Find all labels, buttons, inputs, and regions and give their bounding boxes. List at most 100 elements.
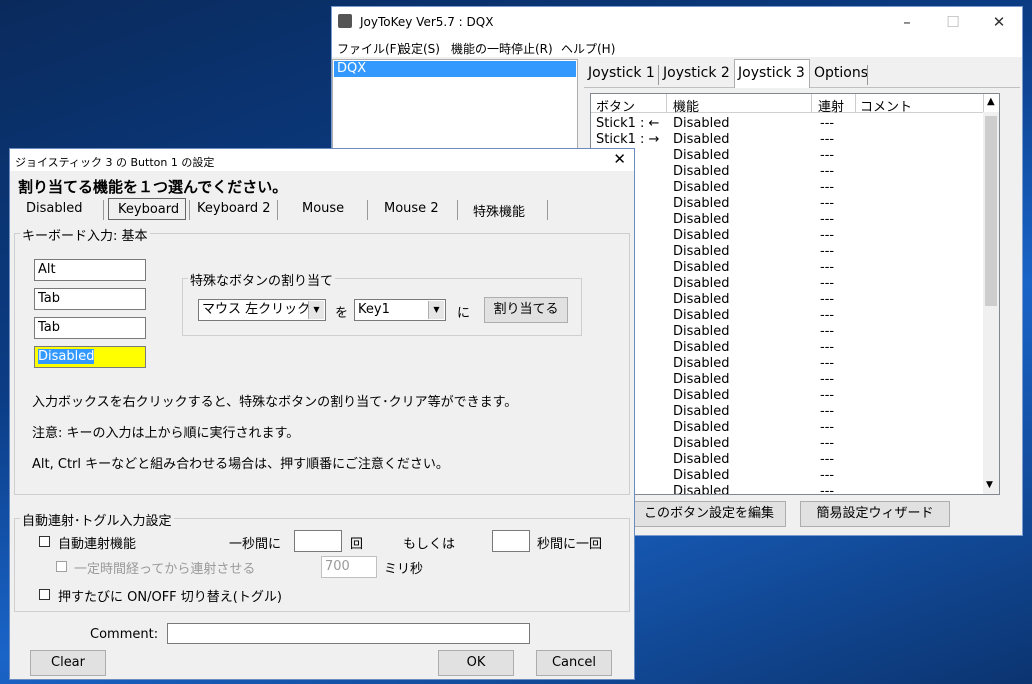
cell-rapid: --- (820, 148, 835, 163)
delay-checkbox[interactable] (56, 561, 67, 572)
key-combo-arrow-icon[interactable]: ▼ (428, 301, 444, 319)
key-field-1[interactable]: Alt (34, 259, 146, 281)
menu-pause[interactable]: 機能の一時停止(R) (451, 40, 553, 57)
key-field-4-selection: Disabled (38, 349, 95, 364)
table-row[interactable]: Stick1 : → Disabled --- (591, 132, 983, 148)
cell-func: Disabled (673, 164, 730, 179)
scroll-down-icon[interactable]: ▼ (986, 480, 993, 490)
table-rows: Stick1 : ← Disabled --- Stick1 : → Disabled -… (591, 116, 983, 494)
table-row[interactable]: n 12Disabled--- (591, 484, 983, 494)
cell-rapid: --- (820, 468, 835, 483)
tab-mouse[interactable]: Mouse (302, 201, 344, 216)
rapid-count-field[interactable] (294, 530, 342, 552)
table-row[interactable]: ↑Disabled--- (591, 148, 983, 164)
tab-keyboard-active[interactable]: Keyboard (108, 198, 186, 220)
table-row[interactable]: ←Disabled--- (591, 180, 983, 196)
cell-rapid: --- (820, 388, 835, 403)
tab-joystick-1[interactable]: Joystick 1 (588, 65, 655, 81)
cell-rapid: --- (820, 420, 835, 435)
cell-func: Disabled (673, 228, 730, 243)
table-row[interactable]: ↓Disabled--- (591, 276, 983, 292)
cell-rapid: --- (820, 116, 835, 131)
menu-settings[interactable]: 設定(S) (399, 40, 440, 57)
table-row[interactable]: →Disabled--- (591, 260, 983, 276)
table-row[interactable]: ↑Disabled--- (591, 244, 983, 260)
cell-rapid: --- (820, 452, 835, 467)
special-combo[interactable]: マウス 左クリック ▼ (198, 299, 326, 321)
cell-rapid: --- (820, 292, 835, 307)
dialog-close-icon[interactable]: ✕ (613, 150, 626, 168)
header-scroll-up-icon[interactable]: ▲ (987, 96, 995, 107)
table-row[interactable]: n 2Disabled--- (591, 324, 983, 340)
profile-item[interactable]: DQX (334, 61, 576, 77)
minimize-icon[interactable]: – (884, 7, 930, 37)
cell-button: Stick1 : → (596, 132, 660, 147)
menu-file[interactable]: ファイル(F) (337, 40, 401, 57)
comment-input[interactable] (167, 623, 530, 644)
edit-button[interactable]: このボタン設定を編集 (632, 501, 786, 527)
key-combo[interactable]: Key1 ▼ (354, 299, 446, 321)
wizard-button[interactable]: 簡易設定ウィザード (800, 501, 950, 527)
tab-special[interactable]: 特殊機能 (473, 201, 525, 220)
special-combo-arrow-icon[interactable]: ▼ (308, 301, 324, 319)
toggle-checkbox[interactable] (39, 589, 50, 600)
cell-rapid: --- (820, 196, 835, 211)
table-row[interactable]: n 10Disabled--- (591, 452, 983, 468)
cancel-button[interactable]: Cancel (536, 650, 612, 676)
ni-label: に (457, 306, 471, 321)
cell-func: Disabled (673, 276, 730, 291)
table-row[interactable]: ↓Disabled--- (591, 164, 983, 180)
tab-joystick-3-active[interactable]: Joystick 3 (734, 59, 810, 88)
key-field-3[interactable]: Tab (34, 317, 146, 339)
rapid-checkbox[interactable] (39, 536, 50, 547)
rapid-group-title: 自動連射･トグル入力設定 (20, 510, 174, 529)
maximize-icon: ☐ (946, 13, 960, 31)
cell-func: Disabled (673, 372, 730, 387)
table-row[interactable]: n 4Disabled--- (591, 356, 983, 372)
table-row[interactable]: n 1Disabled--- (591, 308, 983, 324)
main-window-title: JoyToKey Ver5.7 : DQX (360, 15, 494, 29)
table-row[interactable]: n 5Disabled--- (591, 372, 983, 388)
ok-button[interactable]: OK (438, 650, 514, 676)
app-icon (338, 14, 352, 28)
col-rapid[interactable]: 連射 (818, 96, 844, 115)
cell-rapid: --- (820, 212, 835, 227)
info-line-1: 入力ボックスを右クリックすると、特殊なボタンの割り当て･クリア等ができます。 (32, 395, 518, 410)
tab-mouse-2[interactable]: Mouse 2 (384, 201, 439, 216)
clear-button[interactable]: Clear (30, 650, 106, 676)
table-row[interactable]: n 11Disabled--- (591, 468, 983, 484)
scrollbar-thumb[interactable] (985, 116, 997, 306)
close-icon[interactable]: ✕ (976, 7, 1022, 37)
table-row[interactable]: Stick1 : ← Disabled --- (591, 116, 983, 132)
key-field-4[interactable]: Disabled (34, 346, 146, 368)
table-row[interactable]: n 9Disabled--- (591, 436, 983, 452)
cell-func: Disabled (673, 324, 730, 339)
table-row[interactable]: →Disabled--- (591, 196, 983, 212)
table-row[interactable]: ↓Disabled--- (591, 228, 983, 244)
table-row[interactable]: ↑Disabled--- (591, 212, 983, 228)
table-row[interactable]: —Disabled--- (591, 292, 983, 308)
menu-bar: ファイル(F) 設定(S) 機能の一時停止(R) ヘルプ(H) (332, 37, 1022, 57)
table-row[interactable]: n 6Disabled--- (591, 388, 983, 404)
delay-field[interactable]: 700 (321, 556, 377, 578)
col-button[interactable]: ボタン (596, 96, 635, 115)
cell-func: Disabled (673, 196, 730, 211)
rapid-label: 自動連射機能 (58, 537, 137, 552)
key-field-2[interactable]: Tab (34, 288, 146, 310)
col-function[interactable]: 機能 (673, 96, 699, 115)
table-row[interactable]: n 3Disabled--- (591, 340, 983, 356)
table-row[interactable]: n 8Disabled--- (591, 420, 983, 436)
menu-help[interactable]: ヘルプ(H) (561, 40, 615, 57)
tab-options[interactable]: Options (814, 65, 868, 81)
tab-joystick-2[interactable]: Joystick 2 (663, 65, 730, 81)
cell-func: Disabled (673, 340, 730, 355)
assign-button[interactable]: 割り当てる (484, 297, 568, 323)
tab-keyboard-2[interactable]: Keyboard 2 (197, 201, 271, 216)
table-row[interactable]: n 7Disabled--- (591, 404, 983, 420)
col-comment[interactable]: コメント (860, 96, 912, 115)
vertical-scrollbar[interactable]: ▼ (983, 112, 999, 494)
interval-field[interactable] (492, 530, 530, 552)
tab-disabled[interactable]: Disabled (26, 201, 82, 216)
table-header: ボタン 機能 連射 コメント ▲ (591, 94, 999, 115)
delay-label: 一定時間経ってから連射させる (74, 562, 256, 577)
